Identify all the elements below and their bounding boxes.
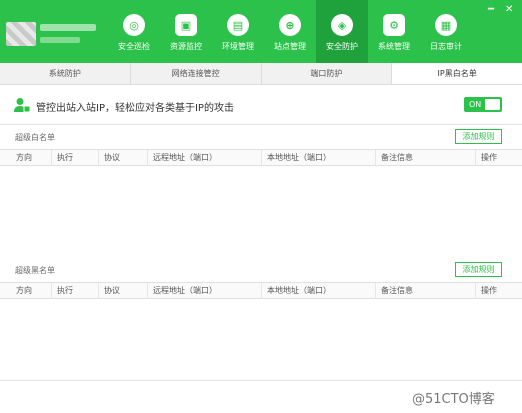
account-detail-blurred (40, 37, 80, 43)
protection-toggle[interactable]: ON (464, 97, 502, 112)
tab-port-protection[interactable]: 端口防护 (262, 63, 393, 84)
nav-item-resource-monitor[interactable]: ▣ 资源监控 (160, 0, 212, 63)
toggle-label: ON (469, 100, 482, 109)
account-name-blurred (40, 24, 96, 31)
minimize-icon[interactable]: ━ (488, 5, 494, 15)
column-header-remarks[interactable]: 备注信息 (377, 150, 476, 166)
column-header-remarks[interactable]: 备注信息 (377, 283, 476, 299)
monitor-icon: ▣ (175, 14, 197, 36)
column-header-direction[interactable]: 方向 (12, 150, 52, 166)
add-whitelist-rule-button[interactable]: 添加规则 (455, 129, 502, 144)
column-header-local-address[interactable]: 本地地址（端口） (263, 150, 376, 166)
nav-label: 站点管理 (274, 42, 306, 51)
avatar[interactable] (6, 22, 36, 46)
shield-icon: ◈ (331, 14, 353, 36)
column-header-remote-address[interactable]: 远程地址（端口） (149, 283, 262, 299)
blacklist-title: 超级黑名单 (15, 266, 55, 275)
tab-bar: 系统防护 网络连接管控 端口防护 IP黑白名单 (0, 63, 522, 85)
nav-item-system-management[interactable]: ⚙ 系统管理 (368, 0, 420, 63)
nav-item-site-management[interactable]: ⊕ 站点管理 (264, 0, 316, 63)
blacklist-header: 超级黑名单 添加规则 (0, 259, 522, 281)
tab-network-connection-control[interactable]: 网络连接管控 (131, 63, 262, 84)
column-header-protocol[interactable]: 协议 (100, 283, 148, 299)
shield-scan-icon: ◎ (123, 14, 145, 36)
banner-text: 管控出站入站IP，轻松应对各类基于IP的攻击 (36, 103, 234, 114)
blacklist-table-body (0, 299, 522, 379)
whitelist-table-header: 方向 执行 协议 远程地址（端口） 本地地址（端口） 备注信息 操作 (0, 149, 522, 166)
nav-label: 安全防护 (326, 42, 358, 51)
column-header-local-address[interactable]: 本地地址（端口） (263, 283, 376, 299)
log-icon: ▦ (435, 14, 457, 36)
nav-label: 资源监控 (170, 42, 202, 51)
nav-item-environment[interactable]: ▤ 环境管理 (212, 0, 264, 63)
close-icon[interactable]: ✕ (505, 5, 513, 15)
main-nav: ◎ 安全巡检 ▣ 资源监控 ▤ 环境管理 ⊕ 站点管理 ◈ 安全防护 ⚙ 系统管… (108, 0, 472, 63)
nav-label: 日志审计 (430, 42, 462, 51)
nav-label: 系统管理 (378, 42, 410, 51)
column-header-operation[interactable]: 操作 (477, 283, 517, 299)
column-header-direction[interactable]: 方向 (12, 283, 52, 299)
whitelist-title: 超级白名单 (15, 133, 55, 142)
nav-item-security-protection[interactable]: ◈ 安全防护 (316, 0, 368, 63)
column-header-remote-address[interactable]: 远程地址（端口） (149, 150, 262, 166)
column-header-action[interactable]: 执行 (53, 283, 99, 299)
column-header-action[interactable]: 执行 (53, 150, 99, 166)
tab-ip-blackwhite-list[interactable]: IP黑白名单 (392, 63, 522, 84)
title-bar: ◎ 安全巡检 ▣ 资源监控 ▤ 环境管理 ⊕ 站点管理 ◈ 安全防护 ⚙ 系统管… (0, 0, 522, 63)
whitelist-table-body (0, 166, 522, 258)
globe-icon: ⊕ (279, 14, 301, 36)
nav-label: 安全巡检 (118, 42, 150, 51)
column-header-protocol[interactable]: 协议 (100, 150, 148, 166)
add-blacklist-rule-button[interactable]: 添加规则 (455, 262, 502, 277)
whitelist-header: 超级白名单 添加规则 (0, 126, 522, 148)
environment-icon: ▤ (227, 14, 249, 36)
toggle-knob (485, 99, 500, 110)
footer-divider (0, 380, 522, 381)
user-shield-icon (14, 98, 30, 113)
blacklist-table-header: 方向 执行 协议 远程地址（端口） 本地地址（端口） 备注信息 操作 (0, 282, 522, 299)
system-icon: ⚙ (383, 14, 405, 36)
nav-item-log-audit[interactable]: ▦ 日志审计 (420, 0, 472, 63)
tab-system-protection[interactable]: 系统防护 (0, 63, 131, 84)
watermark: @51CTO博客 (412, 392, 495, 407)
nav-label: 环境管理 (222, 42, 254, 51)
nav-item-security-inspection[interactable]: ◎ 安全巡检 (108, 0, 160, 63)
column-header-operation[interactable]: 操作 (477, 150, 517, 166)
feature-banner: 管控出站入站IP，轻松应对各类基于IP的攻击 ON (0, 85, 522, 125)
